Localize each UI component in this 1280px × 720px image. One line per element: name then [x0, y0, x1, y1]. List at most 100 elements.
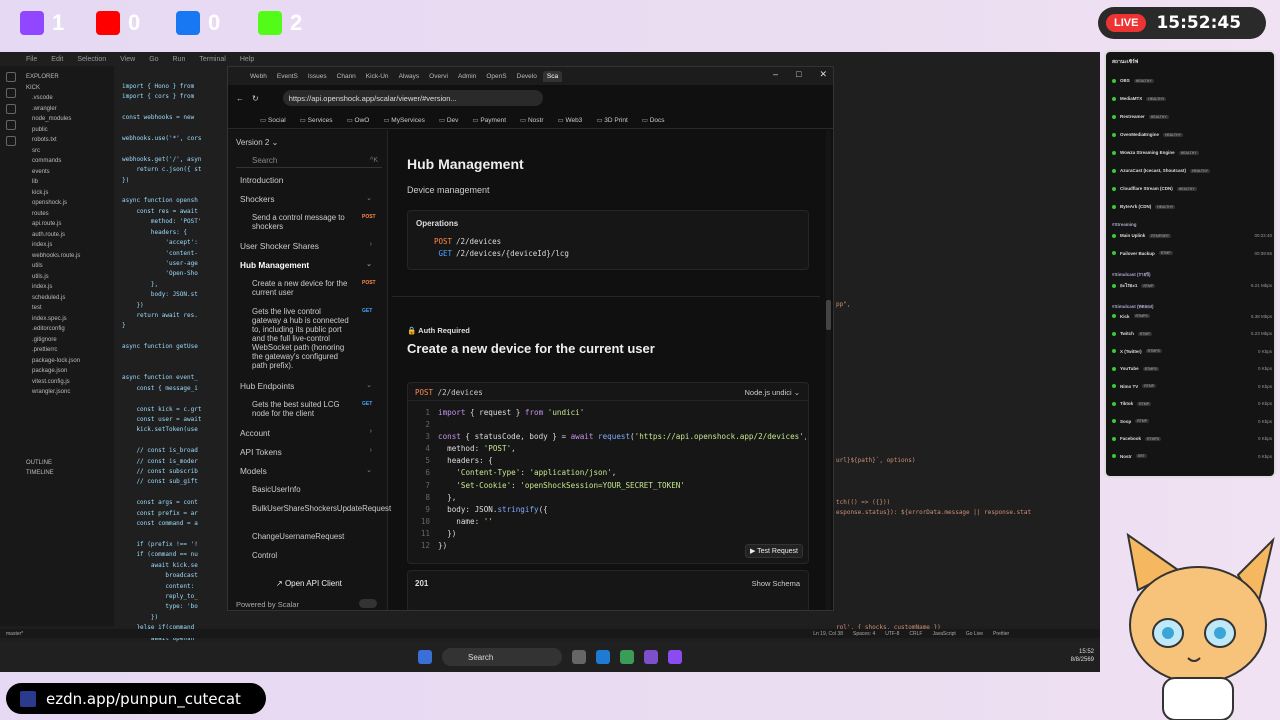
operation-row[interactable]: POST/2/devices: [428, 237, 501, 246]
status-item[interactable]: UTF-8: [885, 631, 899, 637]
back-icon[interactable]: ←: [236, 94, 244, 103]
bookmark-folder[interactable]: Payment: [472, 116, 506, 124]
taskbar-search[interactable]: Search: [442, 648, 562, 666]
operation-row[interactable]: GET/2/devices/{deviceId}/lcg: [428, 249, 568, 258]
menu-item[interactable]: Terminal: [199, 56, 225, 63]
status-item[interactable]: CRLF: [909, 631, 922, 637]
start-icon[interactable]: [418, 650, 432, 664]
menu-item[interactable]: Selection: [77, 56, 106, 63]
file-tree-item[interactable]: src: [26, 146, 110, 157]
browser-tab[interactable]: Always: [395, 71, 424, 82]
file-tree-item[interactable]: index.js: [26, 240, 110, 251]
source-control-icon[interactable]: [6, 104, 16, 114]
bookmark-folder[interactable]: Services: [300, 116, 333, 124]
close-icon[interactable]: ✕: [819, 69, 827, 80]
test-request-button[interactable]: ▶ Test Request: [744, 544, 803, 558]
sidebar-item[interactable]: Gets the best suited LCG node for the cl…: [252, 400, 352, 418]
file-tree-item[interactable]: events: [26, 167, 110, 178]
timeline-section[interactable]: TIMELINE: [26, 468, 110, 479]
scrollbar-thumb[interactable]: [826, 300, 831, 330]
browser-tab[interactable]: Overvi: [425, 71, 452, 82]
file-tree-item[interactable]: openshock.js: [26, 198, 110, 209]
sidebar-item[interactable]: BulkUserShareShockersUpdateRequest: [252, 504, 391, 513]
sidebar-item[interactable]: Control: [252, 551, 352, 560]
bookmark-folder[interactable]: Social: [260, 116, 286, 124]
app-icon[interactable]: [668, 650, 682, 664]
sidebar-item[interactable]: BasicUserInfo: [252, 485, 352, 494]
status-item[interactable]: Spaces: 4: [853, 631, 875, 637]
sidebar-item[interactable]: Create a new device for the current user: [252, 279, 352, 297]
file-tree-item[interactable]: KICK: [26, 83, 110, 94]
menu-item[interactable]: Go: [149, 56, 158, 63]
file-tree-item[interactable]: .gitignore: [26, 335, 110, 346]
status-item[interactable]: Go Live: [966, 631, 983, 637]
show-schema-button[interactable]: Show Schema: [752, 579, 800, 588]
sidebar-item[interactable]: Send a control message to shockers: [252, 213, 352, 231]
outline-section[interactable]: OUTLINE: [26, 458, 110, 469]
browser-tab[interactable]: Admin: [454, 71, 480, 82]
browser-tab[interactable]: EventS: [273, 71, 302, 82]
file-tree-item[interactable]: package-lock.json: [26, 356, 110, 367]
file-tree-item[interactable]: vitest.config.js: [26, 377, 110, 388]
file-tree-item[interactable]: test: [26, 303, 110, 314]
file-tree-item[interactable]: .prettierrc: [26, 345, 110, 356]
file-tree-item[interactable]: utils: [26, 261, 110, 272]
bookmark-folder[interactable]: Dev: [439, 116, 459, 124]
sidebar-search[interactable]: Search ^K: [236, 154, 382, 168]
file-explorer-icon[interactable]: [572, 650, 586, 664]
browser-tab[interactable]: Chann: [333, 71, 360, 82]
version-selector[interactable]: Version 2 ⌄: [236, 138, 278, 147]
file-tree-item[interactable]: index.js: [26, 282, 110, 293]
menu-item[interactable]: View: [120, 56, 135, 63]
maximize-icon[interactable]: □: [796, 69, 801, 80]
browser-tab[interactable]: Issues: [304, 71, 331, 82]
file-tree-item[interactable]: lib: [26, 177, 110, 188]
extensions-icon[interactable]: [6, 136, 16, 146]
search-icon[interactable]: [6, 88, 16, 98]
status-item[interactable]: master*: [6, 631, 23, 637]
reload-icon[interactable]: ↻: [252, 94, 259, 103]
file-tree-item[interactable]: commands: [26, 156, 110, 167]
file-tree-item[interactable]: webhooks.route.js: [26, 251, 110, 262]
sidebar-item[interactable]: User Shocker Shares ›: [240, 241, 380, 251]
bookmark-folder[interactable]: Docs: [642, 116, 665, 124]
bookmark-folder[interactable]: OwO: [347, 116, 370, 124]
file-tree-item[interactable]: index.spec.js: [26, 314, 110, 325]
obsidian-icon[interactable]: [644, 650, 658, 664]
browser-tab[interactable]: Kick-Un: [362, 71, 393, 82]
sidebar-item[interactable]: Models ⌄: [240, 466, 380, 476]
bookmark-folder[interactable]: Nostr: [520, 116, 544, 124]
chrome-icon[interactable]: [620, 650, 634, 664]
language-selector[interactable]: Node.js undici ⌄: [745, 388, 800, 397]
menu-item[interactable]: File: [26, 56, 37, 63]
sidebar-item[interactable]: Gets the live control gateway a hub is c…: [252, 307, 352, 370]
status-item[interactable]: JavaScript: [932, 631, 955, 637]
sidebar-item[interactable]: ChangeUsernameRequest: [252, 532, 352, 541]
file-tree-item[interactable]: .wrangler: [26, 104, 110, 115]
browser-tab[interactable]: OpenS: [482, 71, 510, 82]
vscode-icon[interactable]: [596, 650, 610, 664]
files-icon[interactable]: [6, 72, 16, 82]
content-scrollbar[interactable]: [826, 130, 831, 610]
file-tree-item[interactable]: node_modules: [26, 114, 110, 125]
sidebar-item[interactable]: Introduction: [240, 175, 380, 185]
bookmark-folder[interactable]: Web3: [557, 116, 582, 124]
sidebar-item[interactable]: Account ›: [240, 428, 380, 438]
sidebar-item[interactable]: Shockers ⌄: [240, 194, 380, 204]
status-item[interactable]: Prettier: [993, 631, 1009, 637]
browser-tab[interactable]: Develo: [513, 71, 541, 82]
file-tree-item[interactable]: kick.js: [26, 188, 110, 199]
status-item[interactable]: Ln 19, Col 38: [813, 631, 843, 637]
run-debug-icon[interactable]: [6, 120, 16, 130]
file-tree-item[interactable]: public: [26, 125, 110, 136]
menu-item[interactable]: Help: [240, 56, 254, 63]
file-tree-item[interactable]: routes: [26, 209, 110, 220]
file-tree-item[interactable]: robots.txt: [26, 135, 110, 146]
file-tree-item[interactable]: api.route.js: [26, 219, 110, 230]
file-tree-item[interactable]: .vscode: [26, 93, 110, 104]
file-tree-item[interactable]: wrangler.jsonc: [26, 387, 110, 398]
bookmark-folder[interactable]: 3D Print: [596, 116, 627, 124]
file-tree-item[interactable]: scheduled.js: [26, 293, 110, 304]
sidebar-item[interactable]: Hub Management ⌄: [240, 260, 380, 270]
file-tree-item[interactable]: package.json: [26, 366, 110, 377]
